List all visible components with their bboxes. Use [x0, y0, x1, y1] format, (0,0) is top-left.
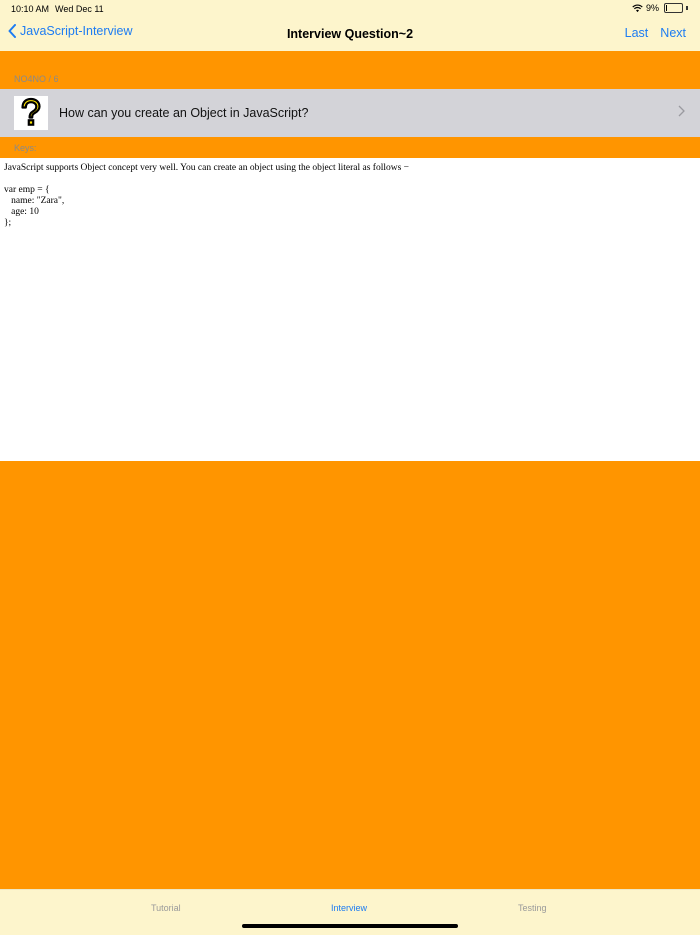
question-text: How can you create an Object in JavaScri… — [59, 106, 309, 120]
status-time: 10:10 AM — [11, 4, 50, 14]
answer-panel: JavaScript supports Object concept very … — [0, 158, 700, 461]
last-button[interactable]: Last — [625, 26, 649, 40]
question-row[interactable]: How can you create an Object in JavaScri… — [0, 89, 700, 137]
wifi-icon — [632, 4, 643, 12]
keys-label: Keys: — [14, 143, 37, 153]
tab-testing[interactable]: Testing — [518, 903, 547, 913]
battery-percent: 9% — [645, 3, 659, 13]
battery-level — [666, 5, 667, 11]
status-bar: 10:10 AM Wed Dec 11 9% — [0, 0, 700, 18]
home-indicator[interactable] — [242, 924, 458, 928]
next-button[interactable]: Next — [660, 26, 686, 40]
battery-icon — [664, 3, 683, 13]
nav-actions: Last Next — [625, 26, 686, 40]
question-mark-icon — [14, 96, 48, 130]
status-date: Wed Dec 11 — [55, 4, 104, 14]
chevron-right-icon — [678, 105, 685, 117]
answer-text: JavaScript supports Object concept very … — [4, 163, 410, 228]
navigation-bar: JavaScript-Interview Interview Question~… — [0, 18, 700, 51]
page-title: Interview Question~2 — [286, 27, 414, 41]
tab-interview[interactable]: Interview — [331, 903, 367, 913]
status-indicators: 9% — [632, 3, 688, 13]
question-counter: NO4NO / 6 — [14, 74, 59, 84]
battery-cap — [686, 6, 688, 10]
tab-bar: Tutorial Interview Testing — [0, 889, 700, 935]
tab-tutorial[interactable]: Tutorial — [151, 903, 181, 913]
